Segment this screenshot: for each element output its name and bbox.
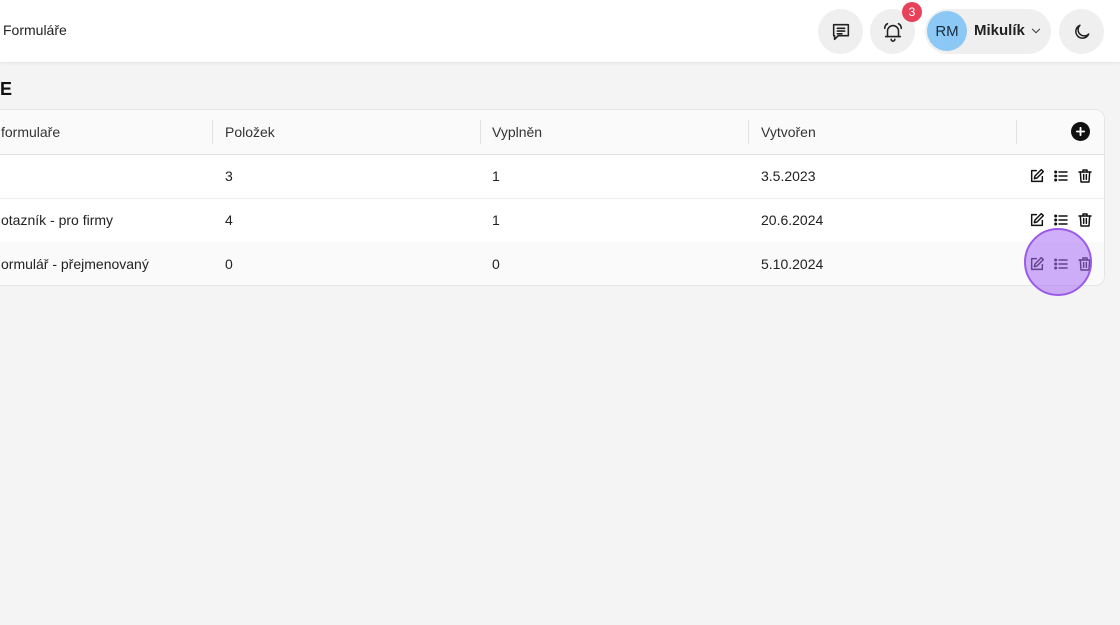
item-count: 3: [225, 168, 233, 184]
trash-icon: [1078, 169, 1092, 183]
form-name: ormulář - přejmenovaný: [1, 256, 149, 272]
column-divider: [1016, 120, 1017, 144]
trash-icon: [1078, 213, 1092, 227]
delete-button[interactable]: [1075, 210, 1095, 230]
item-count: 4: [225, 212, 233, 228]
table-row[interactable]: otazník - pro firmy 4 1 20.6.2024: [0, 198, 1104, 243]
edit-icon: [1030, 168, 1045, 183]
edit-button[interactable]: [1027, 166, 1047, 186]
column-divider: [212, 120, 213, 144]
filled-count: 1: [492, 212, 500, 228]
edit-button[interactable]: [1027, 210, 1047, 230]
list-icon: [1054, 170, 1068, 182]
item-count: 0: [225, 256, 233, 272]
created-date: 3.5.2023: [761, 168, 816, 184]
user-name: Mikulík: [974, 22, 1025, 39]
bell-icon: [883, 22, 902, 42]
table-row[interactable]: ormulář - přejmenovaný 0 0 5.10.2024: [0, 242, 1104, 285]
table-row[interactable]: 3 1 3.5.2023: [0, 154, 1104, 199]
theme-toggle-button[interactable]: [1059, 9, 1104, 54]
list-button[interactable]: [1051, 166, 1071, 186]
column-header-items[interactable]: Položek: [225, 110, 275, 154]
created-date: 5.10.2024: [761, 256, 824, 272]
delete-button[interactable]: [1075, 166, 1095, 186]
chevron-down-icon: [1031, 28, 1041, 34]
column-header-name[interactable]: formulaře: [1, 110, 60, 154]
form-name: otazník - pro firmy: [1, 212, 114, 228]
plus-circle-icon: [1075, 126, 1086, 137]
forms-table: formulaře Položek Vyplněn Vytvořen 3 1 3…: [0, 109, 1105, 286]
moon-icon: [1074, 24, 1089, 39]
page-title: E: [0, 79, 13, 99]
column-divider: [480, 120, 481, 144]
created-date: 20.6.2024: [761, 212, 824, 228]
filled-count: 1: [492, 168, 500, 184]
chat-list-icon: [832, 23, 849, 40]
breadcrumb[interactable]: Formuláře: [3, 22, 67, 38]
edit-icon: [1030, 212, 1045, 227]
row-actions: [1027, 210, 1095, 230]
messages-button[interactable]: [818, 9, 863, 54]
avatar: RM: [927, 11, 967, 51]
column-header-created[interactable]: Vytvořen: [761, 110, 816, 154]
table-header-row: formulaře Položek Vyplněn Vytvořen: [0, 110, 1104, 155]
list-button[interactable]: [1051, 210, 1071, 230]
top-bar: Formuláře 3 RM Mikulík: [0, 0, 1120, 63]
notification-badge: 3: [902, 2, 922, 22]
add-form-button[interactable]: [1071, 122, 1090, 141]
filled-count: 0: [492, 256, 500, 272]
user-menu[interactable]: RM Mikulík: [925, 9, 1051, 54]
click-indicator: [1024, 228, 1092, 296]
column-header-filled[interactable]: Vyplněn: [492, 110, 542, 154]
list-icon: [1054, 214, 1068, 226]
row-actions: [1027, 166, 1095, 186]
column-divider: [748, 120, 749, 144]
